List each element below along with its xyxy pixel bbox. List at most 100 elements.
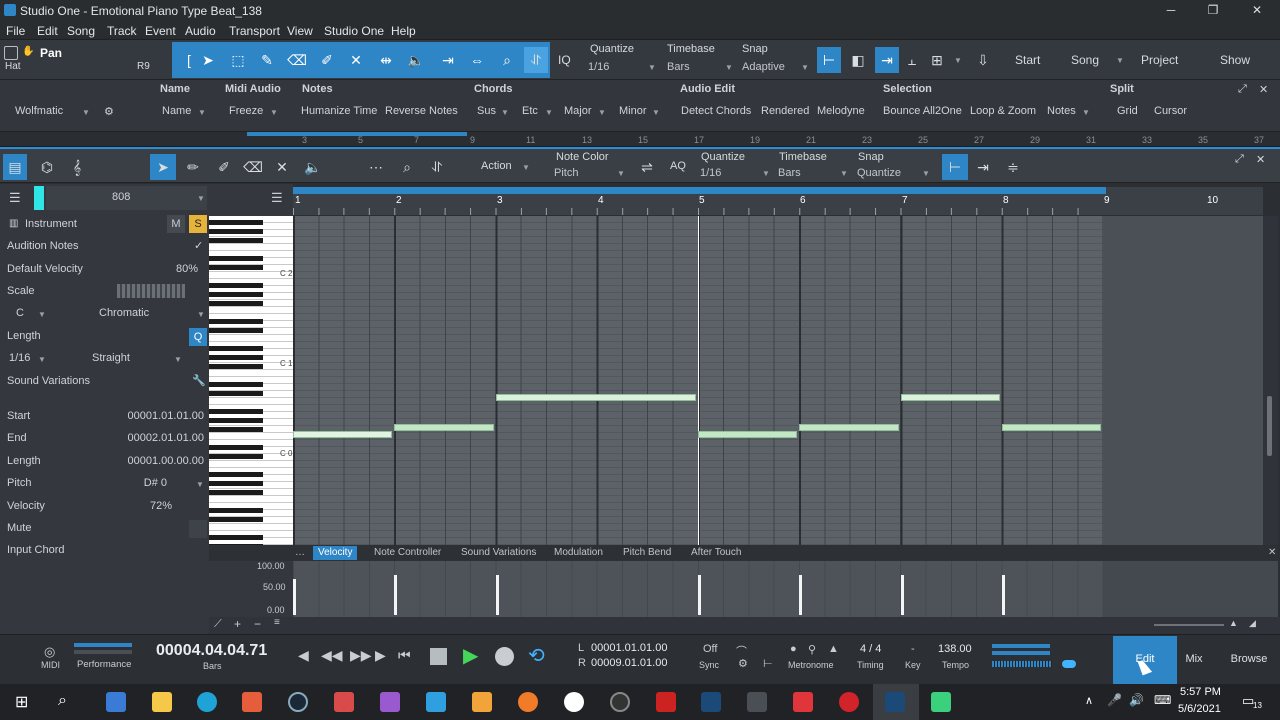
chat-icon[interactable]	[931, 692, 951, 712]
tab-pitch-bend[interactable]: Pitch Bend	[618, 546, 676, 560]
menu-icon[interactable]: ☰	[9, 190, 21, 206]
menu-edit[interactable]: Edit	[37, 24, 58, 38]
midi-note[interactable]	[495, 394, 696, 401]
snap-grid-icon[interactable]: ⊢	[817, 47, 841, 73]
macro-bounce-button[interactable]: Bounce All2One	[883, 105, 962, 117]
arrow-tool-icon[interactable]: ➤	[196, 47, 220, 73]
app-bolt-icon[interactable]	[564, 692, 584, 712]
menu-file[interactable]: File	[6, 24, 25, 38]
timebase-select[interactable]: Bars	[667, 61, 690, 73]
tab-velocity[interactable]: Velocity	[313, 546, 358, 560]
transform-icon[interactable]: ⋯	[363, 154, 389, 180]
time-signature-value[interactable]: 4 / 4	[860, 643, 881, 655]
show-button[interactable]: Show	[1220, 53, 1250, 67]
pitch-value[interactable]: D# 0	[120, 477, 167, 489]
go-to-start-icon[interactable]: ⏮	[398, 647, 411, 664]
macro-detect-chords-button[interactable]: Detect Chords	[681, 105, 751, 117]
velocity-value[interactable]: 72%	[130, 500, 172, 512]
aq-button[interactable]: AQ	[670, 160, 686, 172]
app-hex-icon[interactable]	[656, 692, 676, 712]
menu-event[interactable]: Event	[145, 24, 176, 38]
fl-studio-icon[interactable]	[334, 692, 354, 712]
loop-start-value[interactable]: 00001.01.01.00	[591, 642, 667, 654]
midi-note[interactable]	[293, 431, 393, 438]
midi-note[interactable]	[1001, 424, 1101, 431]
velocity-bar[interactable]	[799, 575, 803, 615]
add-icon[interactable]: +	[234, 617, 241, 631]
tab-note-controller[interactable]: Note Controller	[369, 546, 446, 560]
action-menu[interactable]: Action	[481, 160, 512, 172]
macro-notes-button[interactable]: Notes	[1047, 105, 1076, 117]
browse-button[interactable]: Browse	[1217, 636, 1280, 684]
default-velocity-value[interactable]: 80%	[150, 263, 198, 275]
zoom-icon[interactable]: ◢	[1249, 618, 1256, 629]
score-view-icon[interactable]: 𝄞	[64, 154, 90, 180]
zoom-tool-icon[interactable]: ⌕	[394, 154, 420, 180]
speaker-icon[interactable]: 🔊	[1129, 693, 1144, 707]
loop-end-value[interactable]: 00009.01.01.00	[591, 657, 667, 669]
blender-icon[interactable]	[518, 692, 538, 712]
stop-icon[interactable]	[430, 648, 447, 665]
microphone-icon[interactable]: 🎤	[1107, 693, 1122, 707]
app-red-icon[interactable]	[242, 692, 262, 712]
metronome-icon[interactable]: ⚲	[808, 643, 816, 656]
key-value[interactable]: -	[911, 643, 915, 655]
project-button[interactable]: Project	[1141, 53, 1178, 67]
note-length-value[interactable]: 00001.00.00.00	[112, 455, 204, 467]
mute-tool-icon[interactable]: ✕	[269, 154, 295, 180]
click-icon[interactable]: ●	[790, 643, 797, 655]
eraser-tool-icon[interactable]: ⌫	[240, 154, 266, 180]
menu-view[interactable]: View	[287, 24, 313, 38]
export-icon[interactable]: ⇩	[971, 47, 995, 73]
velocity-bar[interactable]	[1001, 575, 1005, 615]
end-value[interactable]: 00002.01.01.00	[112, 432, 204, 444]
macro-loop-zoom-button[interactable]: Loop & Zoom	[970, 105, 1036, 117]
paint-tool-icon[interactable]: ✐	[211, 154, 237, 180]
paint-tool-icon[interactable]: ✐	[315, 47, 339, 73]
scale-type-select[interactable]: Chromatic	[99, 307, 149, 319]
menu-track[interactable]: Track	[107, 24, 137, 38]
layout-icon[interactable]: ⊞	[925, 47, 949, 73]
metronome-settings-icon[interactable]: ⊢	[763, 657, 773, 670]
macro-etc-button[interactable]: Etc	[522, 105, 538, 117]
zoom-slider[interactable]	[1154, 624, 1224, 626]
iq-button[interactable]: IQ	[558, 53, 571, 67]
volume-knob[interactable]	[1062, 660, 1076, 668]
pencil-tool-icon[interactable]: ✏	[180, 154, 206, 180]
macro-melodyne-button[interactable]: Melodyne	[817, 105, 865, 117]
scroll-thumb[interactable]	[1267, 396, 1272, 456]
length-value-select[interactable]: 1/16	[9, 352, 30, 364]
length-mode-select[interactable]: Straight	[92, 352, 130, 364]
app-m-icon[interactable]	[472, 692, 492, 712]
close-icon[interactable]: ✕	[1259, 83, 1268, 96]
macro-minor-button[interactable]: Minor	[619, 105, 647, 117]
scale-root-select[interactable]: C	[16, 307, 24, 319]
expand-icon[interactable]: ⤢	[1235, 153, 1244, 166]
midi-note[interactable]	[394, 424, 494, 431]
editor-snap-select[interactable]: Quantize	[857, 167, 901, 179]
macro-grid-button[interactable]: Grid	[1117, 105, 1138, 117]
listen-tool-icon[interactable]: 🔈	[404, 47, 428, 73]
rewind-start-icon[interactable]: ◀	[298, 647, 309, 664]
store-icon[interactable]	[106, 692, 126, 712]
tray-expand-icon[interactable]: ∧	[1085, 694, 1093, 707]
follow-icon[interactable]: ⇥	[970, 154, 996, 180]
start-button[interactable]: Start	[1015, 53, 1040, 67]
close-icon[interactable]: ✕	[1256, 153, 1265, 166]
editor-timebase-select[interactable]: Bars	[778, 167, 801, 179]
menu-audio[interactable]: Audio	[185, 24, 216, 38]
play-icon[interactable]: ▶	[463, 643, 478, 668]
bar-ruler[interactable]: 1 2 3 4 5 6 7 8 9 10	[293, 187, 1263, 215]
gear-icon[interactable]: ⚙	[738, 657, 748, 670]
gear-icon[interactable]: ⚙	[104, 105, 114, 118]
windows-start-icon[interactable]: ⊞	[15, 692, 28, 712]
drum-view-icon[interactable]: ⌬	[34, 154, 60, 180]
macro-reverse-notes-button[interactable]: Reverse Notes	[385, 105, 458, 117]
mute-tool-icon[interactable]: ✕	[344, 47, 368, 73]
macro-name-button[interactable]: Name	[162, 105, 191, 117]
horizontal-scroll-area[interactable]: ⟋ + − ≡ ▲ ◢	[209, 617, 1280, 634]
zoom-tool-icon[interactable]: ⌕	[495, 47, 519, 73]
adobe-icon[interactable]	[793, 692, 813, 712]
bend-tool-icon[interactable]: ⇹	[374, 47, 398, 73]
app-gray-icon[interactable]	[747, 692, 767, 712]
